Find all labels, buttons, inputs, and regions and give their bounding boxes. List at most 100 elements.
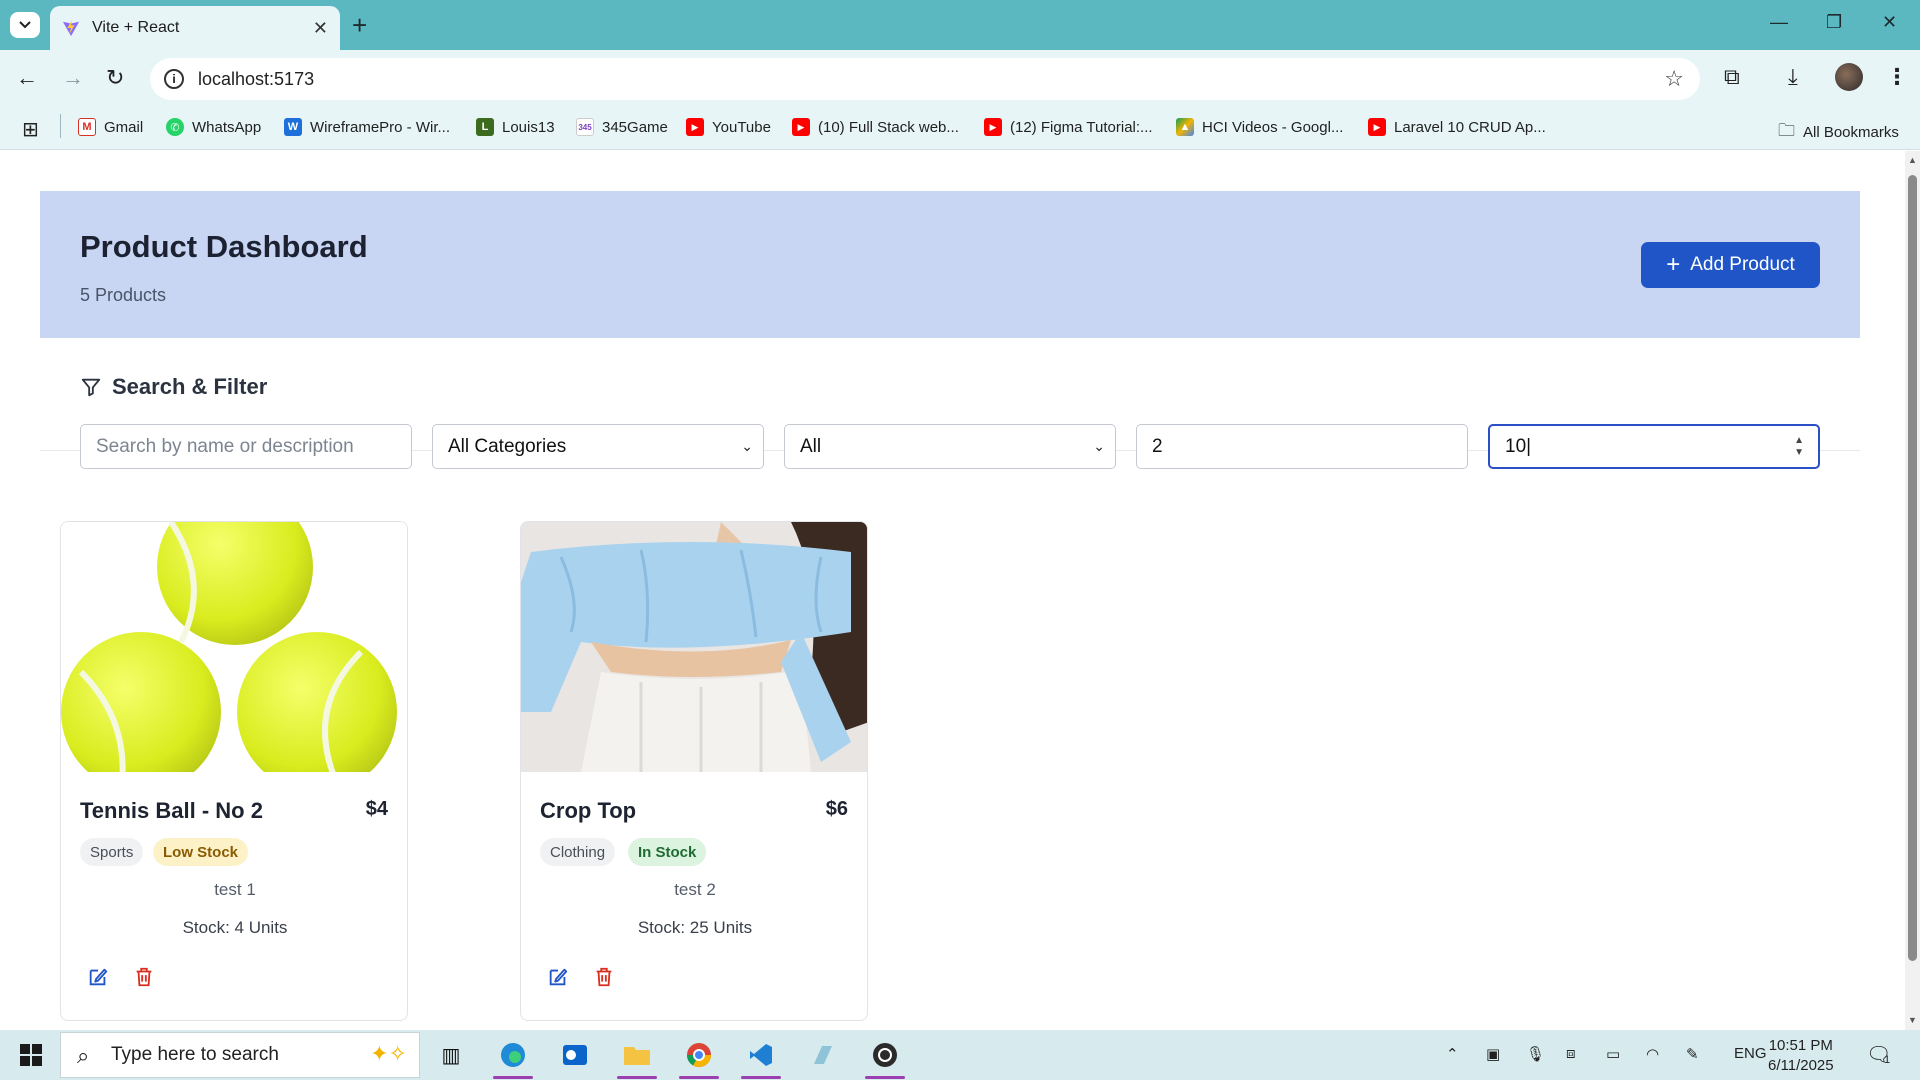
dashboard-header: Product Dashboard 5 Products + Add Produ…: [40, 191, 1860, 338]
page-content: Product Dashboard 5 Products + Add Produ…: [0, 151, 1905, 1030]
number-spinner-icon[interactable]: ▲ ▼: [1794, 435, 1804, 459]
whatsapp-icon: ✆: [166, 118, 184, 136]
stock-status-badge: In Stock: [628, 838, 707, 866]
youtube-icon: ▶: [792, 118, 810, 136]
close-window-button[interactable]: ✕: [1882, 12, 1897, 33]
task-view-icon[interactable]: ▥: [436, 1040, 466, 1070]
microphone-icon[interactable]: 🎙: [1526, 1045, 1545, 1063]
vite-logo-icon: [62, 19, 80, 37]
min-price-input[interactable]: 2: [1136, 424, 1468, 469]
stock-status-select[interactable]: All ⌄: [784, 424, 1116, 469]
product-card: Crop Top $6 Clothing In Stock test 2 Sto…: [520, 521, 868, 1021]
youtube-icon: ▶: [686, 118, 704, 136]
forward-arrow-icon[interactable]: →: [62, 65, 84, 91]
address-bar[interactable]: i localhost:5173 ☆: [150, 58, 1700, 100]
category-badge: Sports: [80, 838, 144, 866]
product-image-crop-top: [521, 522, 867, 772]
category-badge: Clothing: [540, 838, 616, 866]
345game-icon: 345: [576, 118, 594, 136]
tab-title: Vite + React: [92, 19, 180, 36]
reload-icon[interactable]: ↻: [106, 65, 124, 91]
active-indicator: [493, 1076, 533, 1079]
chevron-down-icon: [19, 21, 31, 29]
bookmark-whatsapp[interactable]: ✆ WhatsApp: [166, 118, 261, 136]
new-tab-button[interactable]: +: [352, 10, 367, 41]
obs-icon[interactable]: [868, 1040, 902, 1070]
bookmark-figma[interactable]: ▶ (12) Figma Tutorial:...: [984, 118, 1153, 136]
bookmark-hci-videos[interactable]: ▲ HCI Videos - Googl...: [1176, 118, 1343, 136]
wifi-icon[interactable]: ◠: [1646, 1045, 1659, 1063]
bookmark-laravel[interactable]: ▶ Laravel 10 CRUD Ap...: [1368, 118, 1546, 136]
browser-toolbar: ← → ↻ i localhost:5173 ☆ ⧉ ⤓ ⋮: [0, 50, 1920, 108]
chevron-down-icon: ⌄: [741, 438, 753, 454]
filter-funnel-icon: [81, 378, 101, 397]
outlook-icon[interactable]: [558, 1040, 592, 1070]
scroll-up-icon[interactable]: ▲: [1908, 155, 1917, 165]
display-icon[interactable]: ⧈: [1566, 1045, 1576, 1062]
active-indicator: [741, 1076, 781, 1079]
bookmark-star-icon[interactable]: ☆: [1664, 66, 1684, 92]
windows-start-icon[interactable]: [16, 1040, 46, 1070]
page-scrollbar[interactable]: ▲ ▼: [1905, 151, 1920, 1030]
trash-icon[interactable]: [133, 966, 155, 988]
scroll-down-icon[interactable]: ▼: [1908, 1015, 1917, 1025]
profile-avatar[interactable]: [1835, 63, 1863, 91]
product-name: Crop Top: [540, 798, 637, 823]
bookmark-gmail[interactable]: M Gmail: [78, 118, 143, 136]
plus-icon: +: [1666, 251, 1681, 278]
back-arrow-icon[interactable]: ←: [16, 65, 38, 91]
minimize-button[interactable]: —: [1770, 12, 1788, 33]
bookmark-345game[interactable]: 345 345Game: [576, 118, 668, 136]
search-icon: ⌕: [77, 1043, 90, 1068]
edge-icon[interactable]: [496, 1040, 530, 1070]
search-input[interactable]: Search by name or description: [80, 424, 412, 469]
scrollbar-thumb[interactable]: [1908, 175, 1917, 961]
pen-icon[interactable]: ✎: [1686, 1045, 1699, 1063]
url-text: localhost:5173: [198, 68, 315, 89]
google-drive-icon: ▲: [1176, 118, 1194, 136]
browser-tab[interactable]: Vite + React ✕: [50, 6, 340, 50]
browser-tab-bar: Vite + React ✕ + — ❐ ✕: [0, 0, 1920, 50]
bookmark-youtube[interactable]: ▶ YouTube: [686, 118, 771, 136]
system-clock[interactable]: 10:51 PM 6/11/2025: [1768, 1036, 1834, 1076]
trash-icon[interactable]: [593, 966, 615, 988]
all-bookmarks[interactable]: 🗀 All Bookmarks: [1778, 118, 1899, 147]
category-select[interactable]: All Categories ⌄: [432, 424, 764, 469]
taskbar-search[interactable]: ⌕ Type here to search ✦✧: [60, 1032, 420, 1078]
battery-icon[interactable]: ▭: [1606, 1045, 1620, 1063]
site-info-icon[interactable]: i: [164, 69, 184, 89]
chevron-down-icon: ⌄: [1093, 438, 1105, 454]
apps-grid-icon[interactable]: ⊞: [22, 117, 39, 142]
product-description: test 1: [214, 880, 256, 899]
file-explorer-icon[interactable]: [620, 1040, 654, 1070]
folder-icon: 🗀: [1778, 121, 1795, 140]
extensions-icon[interactable]: ⧉: [1724, 64, 1740, 90]
bookmarks-bar: ⊞ M Gmail ✆ WhatsApp W WireframePro - Wir..…: [0, 108, 1920, 150]
edit-icon[interactable]: [87, 966, 109, 988]
chrome-icon[interactable]: [682, 1040, 716, 1070]
active-indicator: [865, 1076, 905, 1079]
bookmark-fullstack[interactable]: ▶ (10) Full Stack web...: [792, 118, 959, 136]
language-indicator[interactable]: ENG: [1734, 1045, 1767, 1062]
add-product-button[interactable]: + Add Product: [1641, 242, 1820, 288]
edit-icon[interactable]: [547, 966, 569, 988]
stock-status-badge: Low Stock: [153, 838, 249, 866]
bookmark-louis13[interactable]: L Louis13: [476, 118, 555, 136]
windows-taskbar: ⌕ Type here to search ✦✧ ▥ ⌃ ▣ 🎙 ⧈ ▭ ◠ ✎…: [0, 1030, 1920, 1080]
app-icon[interactable]: [806, 1040, 840, 1070]
max-price-input[interactable]: 10 | ▲ ▼: [1488, 424, 1820, 469]
product-image-tennis-balls: [61, 522, 407, 772]
bookmark-wireframepro[interactable]: W WireframePro - Wir...: [284, 118, 450, 136]
menu-kebab-icon[interactable]: ⋮: [1886, 64, 1908, 90]
vscode-icon[interactable]: [744, 1040, 778, 1070]
show-hidden-icons[interactable]: ⌃: [1446, 1045, 1459, 1063]
search-filter-section: Search & Filter Search by name or descri…: [40, 338, 1860, 469]
download-icon[interactable]: ⤓: [1788, 64, 1798, 90]
meet-icon[interactable]: ▣: [1486, 1045, 1500, 1063]
close-tab-icon[interactable]: ✕: [313, 18, 328, 39]
notification-count: 1: [1884, 1054, 1891, 1066]
active-indicator: [679, 1076, 719, 1079]
tab-search-button[interactable]: [10, 12, 40, 38]
restore-button[interactable]: ❐: [1826, 12, 1842, 33]
gmail-icon: M: [78, 118, 96, 136]
